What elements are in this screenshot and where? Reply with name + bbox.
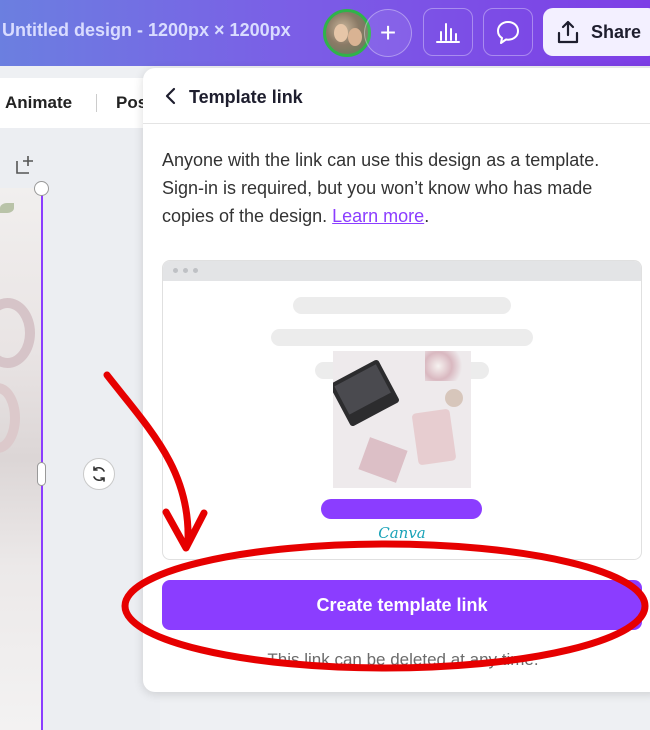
comment-button[interactable]	[483, 8, 533, 56]
rotate-icon	[93, 466, 105, 482]
preview-thumbnail	[333, 351, 471, 488]
resize-handle-top[interactable]	[34, 181, 49, 196]
canva-logo: Canva	[378, 524, 426, 542]
panel-header: Template link	[143, 68, 650, 124]
top-bar: Untitled design - 1200px × 1200px + Shar…	[0, 0, 650, 66]
template-link-panel: Template link Anyone with the link can u…	[143, 68, 650, 692]
description-end: .	[424, 206, 430, 226]
preview-skeleton-line	[293, 297, 511, 314]
resize-handle-side[interactable]	[37, 462, 46, 486]
share-label: Share	[591, 21, 642, 42]
editor-toolbar: Animate Pos	[0, 78, 160, 128]
chevron-left-icon	[165, 87, 176, 105]
preview-browser-bar	[163, 261, 641, 281]
add-page-icon[interactable]	[14, 154, 36, 176]
design-image[interactable]	[0, 188, 43, 730]
preview-button-placeholder	[321, 499, 482, 519]
animate-button[interactable]: Animate	[5, 93, 72, 113]
delete-note: This link can be deleted at any time.	[267, 650, 539, 669]
preview-skeleton-line	[271, 329, 533, 346]
toolbar-divider	[96, 94, 97, 112]
template-preview: Canva	[162, 260, 642, 560]
document-title[interactable]: Untitled design - 1200px × 1200px	[2, 20, 291, 41]
learn-more-link[interactable]: Learn more	[332, 206, 424, 226]
back-button[interactable]	[161, 86, 181, 106]
panel-title: Template link	[189, 87, 303, 107]
invite-button[interactable]: +	[364, 9, 412, 57]
insights-button[interactable]	[423, 8, 473, 56]
share-button[interactable]: Share	[543, 8, 650, 56]
rotate-button[interactable]	[83, 458, 115, 490]
comment-icon	[497, 21, 519, 44]
selection-frame	[41, 188, 43, 730]
share-upload-icon	[557, 20, 579, 44]
create-template-link-button[interactable]: Create template link	[162, 580, 642, 630]
panel-description: Anyone with the link can use this design…	[162, 146, 642, 230]
insights-icon	[436, 23, 460, 43]
